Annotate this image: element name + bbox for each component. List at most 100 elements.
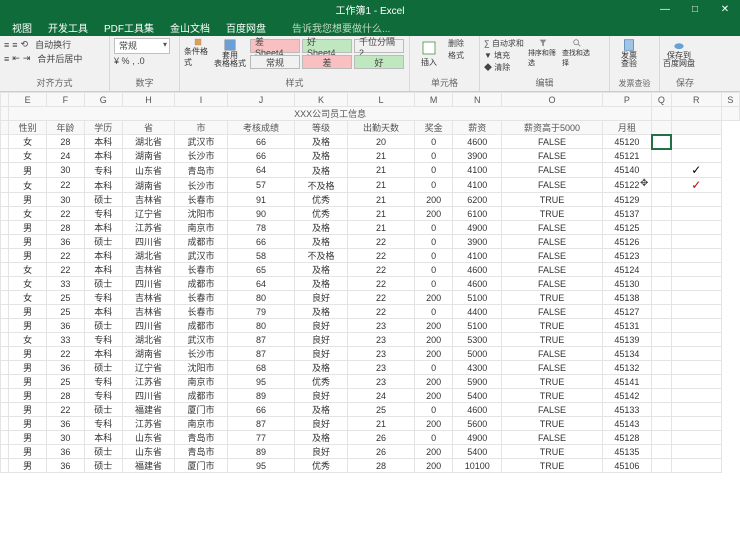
cell[interactable]: 200	[415, 319, 453, 333]
cell[interactable]: 200	[415, 347, 453, 361]
cell[interactable]: 5600	[453, 417, 502, 431]
cell[interactable]: 厦门市	[175, 403, 228, 417]
col-letter[interactable]: F	[47, 93, 85, 107]
cell[interactable]: 22	[347, 277, 414, 291]
cell[interactable]: 45123	[602, 249, 651, 263]
cell[interactable]: 沈阳市	[175, 207, 228, 221]
cell[interactable]	[671, 149, 721, 163]
cell[interactable]: 及格	[295, 135, 348, 149]
cell[interactable]: 28	[47, 135, 85, 149]
cell[interactable]: 及格	[295, 361, 348, 375]
cell[interactable]: 22	[347, 305, 414, 319]
wrap-text-button[interactable]: 自动换行	[35, 38, 71, 51]
cell[interactable]: 0	[415, 149, 453, 163]
cell[interactable]: 33	[47, 333, 85, 347]
cell[interactable]: 吉林省	[122, 263, 175, 277]
cell[interactable]: TRUE	[502, 193, 602, 207]
cell[interactable]: 女	[9, 333, 47, 347]
sort-filter-button[interactable]: 排序和筛选	[528, 38, 558, 68]
col-letter[interactable]: Q	[652, 93, 672, 107]
cell[interactable]: 45132	[602, 361, 651, 375]
cell[interactable]: 江苏省	[122, 221, 175, 235]
cell[interactable]	[671, 291, 721, 305]
cell[interactable]	[671, 333, 721, 347]
cell[interactable]: 22	[47, 178, 85, 193]
cell[interactable]: 58	[227, 249, 294, 263]
cell[interactable]: FALSE	[502, 263, 602, 277]
cell[interactable]: 四川省	[122, 235, 175, 249]
cell[interactable]: FALSE	[502, 403, 602, 417]
insert-button[interactable]: 插入	[414, 38, 444, 68]
cell[interactable]: 四川省	[122, 277, 175, 291]
row-number[interactable]	[1, 375, 9, 389]
cell[interactable]: 良好	[295, 291, 348, 305]
align-btm-icon[interactable]: ≡	[4, 54, 9, 64]
cell[interactable]: FALSE	[502, 347, 602, 361]
row-number[interactable]	[1, 149, 9, 163]
cell[interactable]: TRUE	[502, 375, 602, 389]
cell[interactable]	[652, 149, 672, 163]
cell[interactable]: 0	[415, 249, 453, 263]
cell[interactable]: 66	[227, 403, 294, 417]
cell[interactable]	[652, 249, 672, 263]
style-normal[interactable]: 常规	[250, 55, 300, 69]
find-select-button[interactable]: 查找和选择	[562, 38, 592, 68]
cell[interactable]: 男	[9, 375, 47, 389]
cell[interactable]: 200	[415, 417, 453, 431]
cell[interactable]: FALSE	[502, 305, 602, 319]
row-number[interactable]	[1, 291, 9, 305]
cell[interactable]: 男	[9, 403, 47, 417]
cell[interactable]: 45106	[602, 459, 651, 473]
cell[interactable]: 5100	[453, 291, 502, 305]
column-header[interactable]: 省	[122, 121, 175, 135]
cell[interactable]: 男	[9, 347, 47, 361]
cell[interactable]: 30	[47, 163, 85, 178]
cell[interactable]: 青岛市	[175, 445, 228, 459]
row-number[interactable]	[1, 235, 9, 249]
cell[interactable]: 5900	[453, 375, 502, 389]
row-number[interactable]	[1, 207, 9, 221]
cell[interactable]: 45121	[602, 149, 651, 163]
cell[interactable]: TRUE	[502, 333, 602, 347]
cell[interactable]: 0	[415, 135, 453, 149]
cell[interactable]: 男	[9, 445, 47, 459]
cell[interactable]	[671, 347, 721, 361]
cell[interactable]: 长沙市	[175, 149, 228, 163]
cell[interactable]: 成都市	[175, 389, 228, 403]
cell[interactable]: 77	[227, 431, 294, 445]
cell[interactable]: 45133	[602, 403, 651, 417]
cell[interactable]: 男	[9, 431, 47, 445]
col-letter[interactable]: K	[295, 93, 348, 107]
cell[interactable]: 四川省	[122, 319, 175, 333]
cell[interactable]: 200	[415, 193, 453, 207]
cell[interactable]	[652, 193, 672, 207]
cell[interactable]: 男	[9, 361, 47, 375]
column-header[interactable]: 市	[175, 121, 228, 135]
cell[interactable]: FALSE	[502, 235, 602, 249]
cell[interactable]: 66	[227, 149, 294, 163]
column-header[interactable]: 学历	[84, 121, 122, 135]
cell[interactable]: 66	[227, 235, 294, 249]
row-number[interactable]	[1, 249, 9, 263]
cell[interactable]: 0	[415, 305, 453, 319]
cell[interactable]: 0	[415, 277, 453, 291]
cell[interactable]: 湖北省	[122, 333, 175, 347]
cell[interactable]: FALSE	[502, 149, 602, 163]
cell[interactable]: 江苏省	[122, 417, 175, 431]
cell[interactable]: 长沙市	[175, 178, 228, 193]
clear-button[interactable]: ◆ 清除	[484, 62, 524, 73]
cell[interactable]: 成都市	[175, 235, 228, 249]
cell[interactable]: 21	[347, 178, 414, 193]
cell[interactable]: 湖北省	[122, 135, 175, 149]
cell[interactable]: 南京市	[175, 375, 228, 389]
cell[interactable]: 武汉市	[175, 249, 228, 263]
cell[interactable]: 45143	[602, 417, 651, 431]
cell[interactable]	[652, 431, 672, 445]
cell[interactable]: TRUE	[502, 319, 602, 333]
cell[interactable]	[652, 163, 672, 178]
cell[interactable]: 45128	[602, 431, 651, 445]
cell[interactable]: 26	[347, 445, 414, 459]
cell[interactable]: 22	[47, 207, 85, 221]
cell[interactable]: 24	[347, 389, 414, 403]
cell[interactable]: 25	[47, 375, 85, 389]
